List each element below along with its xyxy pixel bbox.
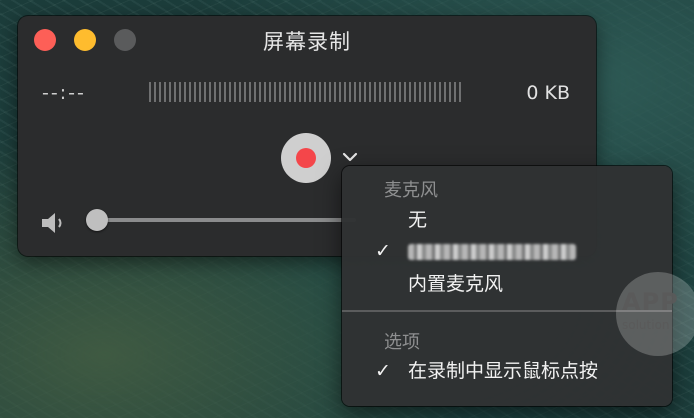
menu-item-external-mic[interactable]: ✓: [375, 236, 662, 266]
watermark-logo: APP solution: [616, 272, 694, 356]
file-size: 0 KB: [526, 82, 570, 104]
volume-slider-knob[interactable]: [86, 209, 108, 231]
window-title: 屏幕录制: [263, 30, 351, 54]
chevron-down-icon[interactable]: [342, 150, 358, 164]
elapsed-time: --:--: [42, 82, 86, 104]
options-menu: 麦克风 无 ✓ 内置麦克风 选项 ✓ 在录制中显示鼠标点按: [342, 166, 672, 406]
checkmark-icon: ✓: [375, 240, 391, 262]
record-button[interactable]: [281, 133, 331, 183]
record-icon: [296, 148, 316, 168]
checkmark-icon: ✓: [375, 360, 391, 382]
menu-header-options: 选项: [384, 332, 420, 353]
menu-item-none[interactable]: 无: [408, 205, 662, 235]
menu-item-label: 在录制中显示鼠标点按: [408, 360, 599, 382]
menu-header-microphone: 麦克风: [384, 180, 438, 201]
menu-item-label: 内置麦克风: [408, 273, 504, 295]
volume-slider-track[interactable]: [96, 218, 356, 222]
menu-item-label: 无: [408, 209, 428, 231]
watermark-line2: solution: [622, 318, 670, 332]
audio-level-meter: [149, 82, 462, 102]
speaker-icon: [42, 213, 62, 233]
menu-item-show-mouse-clicks[interactable]: ✓ 在录制中显示鼠标点按: [375, 356, 662, 386]
redacted-device-name: [408, 244, 576, 260]
watermark-line1: APP: [622, 288, 679, 316]
